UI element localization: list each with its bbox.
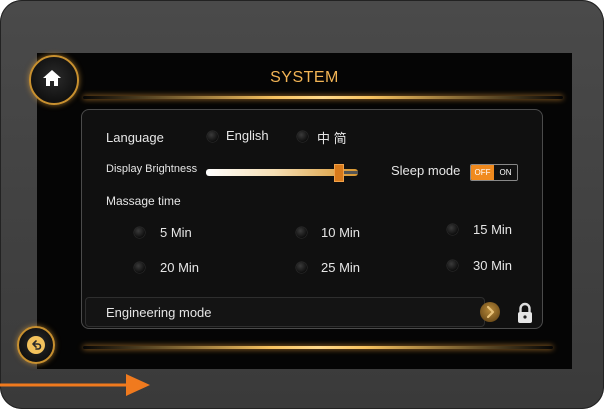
massage-time-label: Massage time bbox=[106, 194, 181, 208]
chevron-right-icon bbox=[486, 305, 495, 319]
sleep-off-option[interactable]: OFF bbox=[471, 165, 494, 180]
radio-english[interactable] bbox=[207, 131, 218, 142]
massage-option-15[interactable]: 15 Min bbox=[473, 222, 512, 237]
radio-25-min[interactable] bbox=[296, 262, 307, 273]
sleep-mode-label: Sleep mode bbox=[391, 163, 461, 178]
back-button[interactable] bbox=[17, 326, 55, 364]
language-label: Language bbox=[106, 130, 164, 145]
arrow-right-icon bbox=[0, 374, 150, 396]
radio-20-min[interactable] bbox=[134, 262, 145, 273]
language-option-chinese[interactable]: 中 简 bbox=[317, 128, 347, 147]
engineering-mode-enter-button[interactable] bbox=[480, 302, 500, 322]
back-icon bbox=[32, 340, 42, 350]
radio-30-min[interactable] bbox=[447, 260, 458, 271]
radio-10-min[interactable] bbox=[296, 227, 307, 238]
page-title: SYSTEM bbox=[270, 69, 339, 86]
lock-icon[interactable] bbox=[516, 302, 534, 324]
engineering-mode-label: Engineering mode bbox=[106, 305, 212, 320]
language-option-english[interactable]: English bbox=[226, 128, 269, 143]
radio-chinese[interactable] bbox=[297, 131, 308, 142]
bottom-divider bbox=[83, 346, 553, 349]
engineering-mode-bar[interactable]: Engineering mode bbox=[85, 297, 485, 327]
massage-option-30[interactable]: 30 Min bbox=[473, 258, 512, 273]
screen: SYSTEM Language English 中 简 Display Brig… bbox=[17, 53, 572, 369]
back-button-face bbox=[27, 336, 45, 354]
sleep-on-option[interactable]: ON bbox=[494, 165, 517, 180]
brightness-label: Display Brightness bbox=[106, 163, 198, 175]
radio-5-min[interactable] bbox=[134, 227, 145, 238]
massage-option-25[interactable]: 25 Min bbox=[321, 260, 360, 275]
massage-option-10[interactable]: 10 Min bbox=[321, 225, 360, 240]
sleep-mode-toggle[interactable]: OFF ON bbox=[470, 164, 518, 181]
brightness-slider-remainder bbox=[344, 171, 358, 174]
title-divider bbox=[83, 96, 563, 99]
settings-panel: Language English 中 简 Display Brightness … bbox=[81, 109, 543, 329]
brightness-slider-handle[interactable] bbox=[334, 164, 344, 182]
radio-15-min[interactable] bbox=[447, 224, 458, 235]
massage-option-20[interactable]: 20 Min bbox=[160, 260, 199, 275]
massage-option-5[interactable]: 5 Min bbox=[160, 225, 192, 240]
